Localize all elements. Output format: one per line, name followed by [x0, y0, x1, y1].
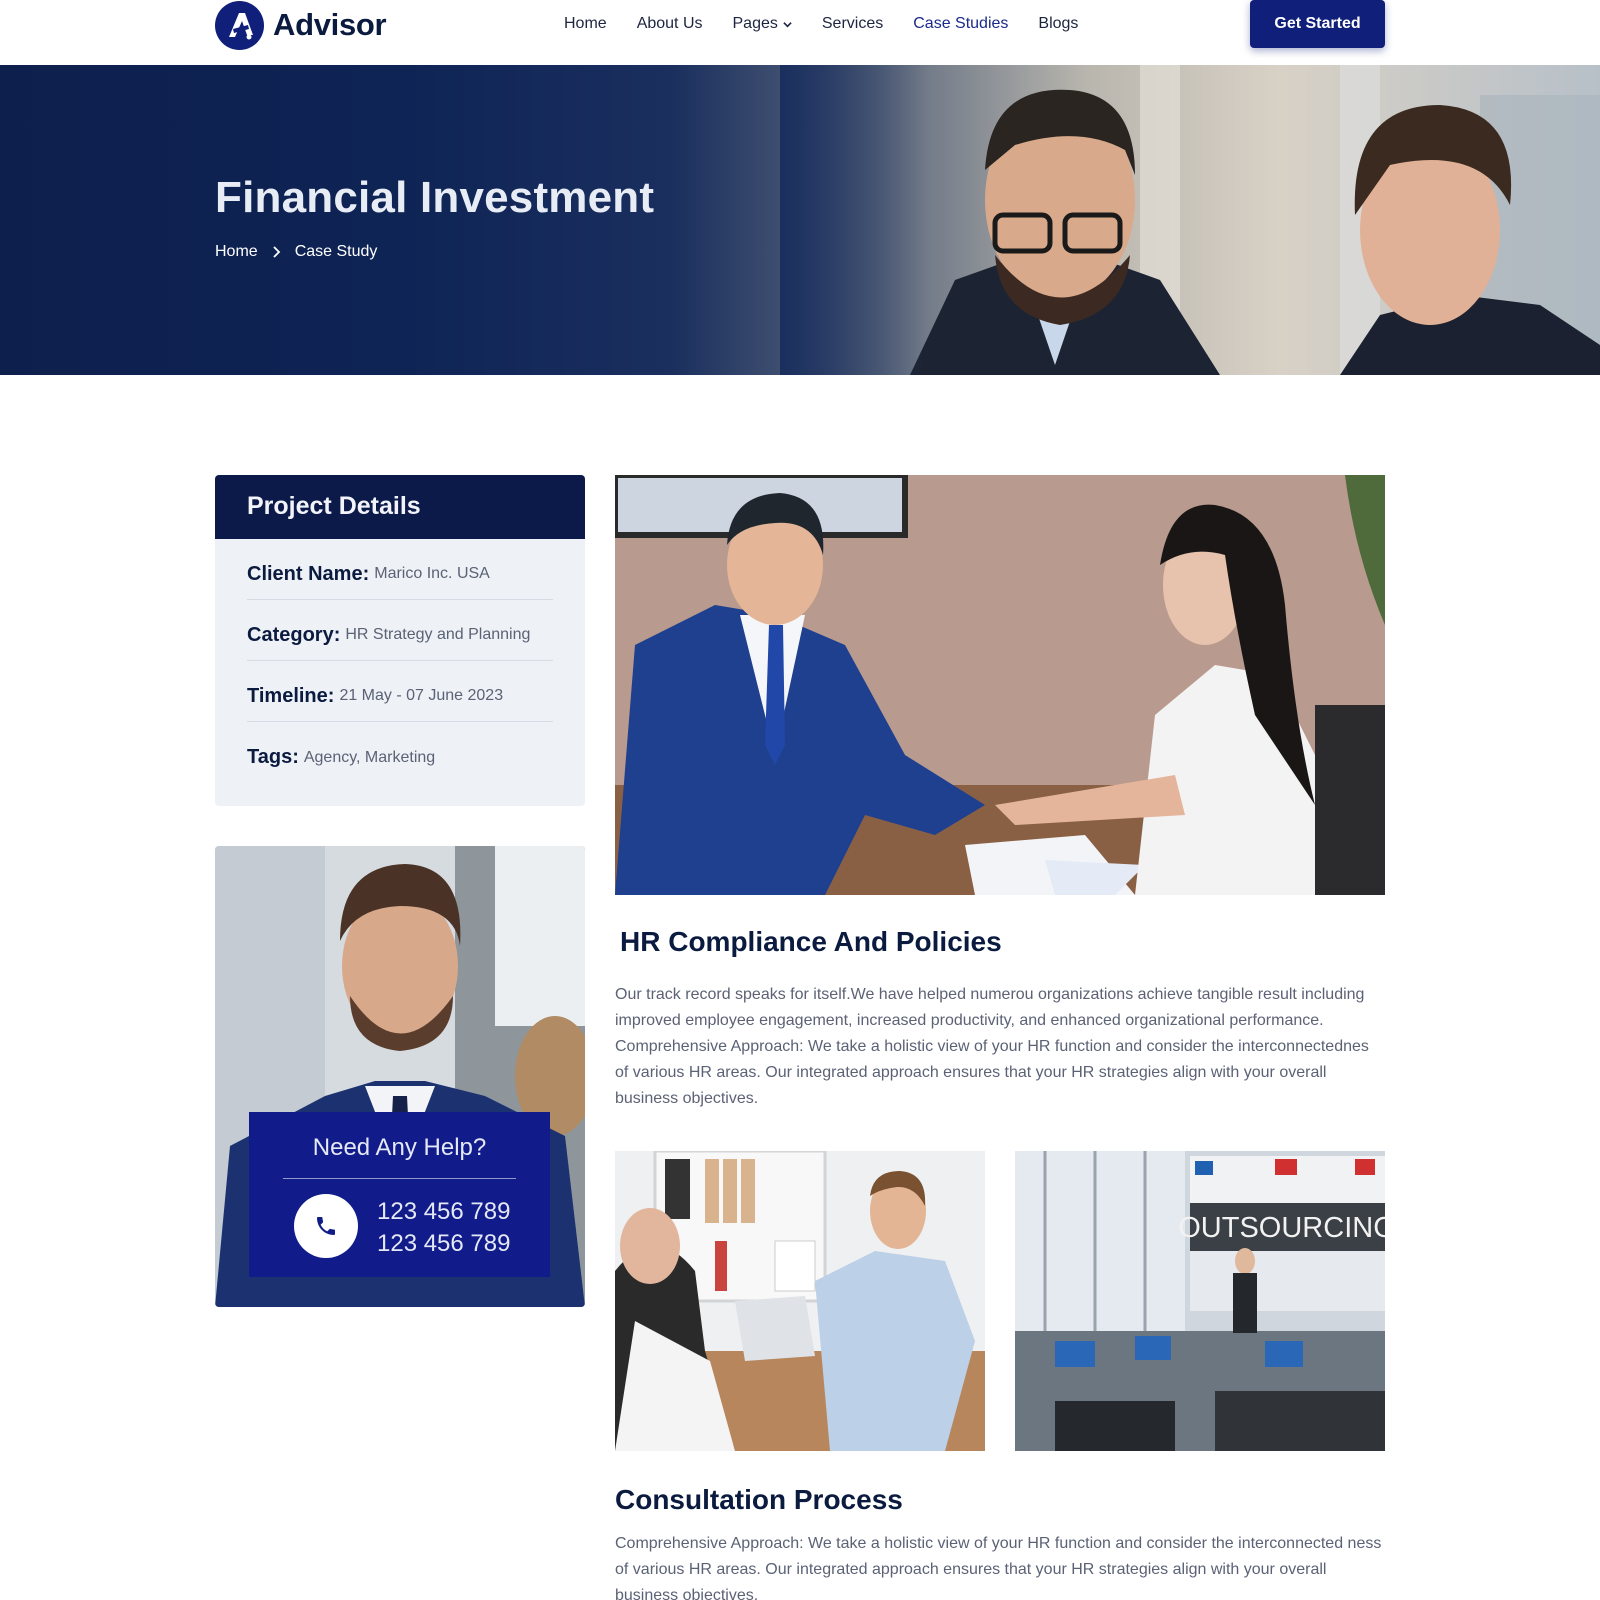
brand-logo[interactable]: Advisor [215, 0, 387, 50]
nav-services[interactable]: Services [822, 15, 883, 33]
detail-value: Marico Inc. USA [374, 565, 490, 582]
phone-icon-circle[interactable] [294, 1194, 358, 1258]
main-nav: Home About Us Pages Services Case Studie… [564, 12, 1108, 36]
detail-label: Category: [247, 623, 341, 646]
help-title: Need Any Help? [312, 1134, 487, 1161]
chevron-right-icon [273, 246, 280, 258]
detail-value: HR Strategy and Planning [345, 626, 531, 643]
hero-banner: Financial Investment Home Case Study [0, 65, 1600, 375]
page-title: Financial Investment [215, 173, 655, 222]
nav-home[interactable]: Home [564, 15, 607, 33]
meeting-photo [615, 475, 1385, 895]
logo-icon [215, 0, 264, 50]
section-text-hr-compliance: Our track record speaks for itself.We ha… [615, 986, 1369, 1107]
breadcrumb: Home Case Study [215, 243, 377, 261]
nav-case-studies[interactable]: Case Studies [913, 15, 1008, 33]
site-header: Advisor Home About Us Pages Services Cas… [0, 0, 1600, 65]
divider [283, 1178, 516, 1179]
brand-name: Advisor [273, 7, 387, 42]
office-photo [615, 1151, 985, 1451]
chevron-down-icon [783, 21, 792, 27]
outsourcing-sign: OUTSOURCING [1178, 1212, 1385, 1244]
detail-row-timeline: Timeline: 21 May - 07 June 2023 [247, 661, 553, 722]
nav-blogs[interactable]: Blogs [1038, 15, 1078, 33]
detail-label: Timeline: [247, 684, 335, 707]
nav-pages-label: Pages [732, 15, 778, 32]
outsourcing-photo: OUTSOURCING [1015, 1151, 1385, 1451]
phone-number-1[interactable]: 123 456 789 [377, 1198, 510, 1226]
help-box: Need Any Help? 123 456 789 123 456 789 [249, 1112, 550, 1277]
project-details-title: Project Details [215, 475, 585, 539]
detail-row-tags: Tags: Agency, Marketing [247, 722, 553, 783]
nav-about-us[interactable]: About Us [637, 15, 703, 33]
section-text-consultation: Comprehensive Approach: We take a holist… [615, 1535, 1382, 1600]
office-meeting-image [615, 1151, 985, 1451]
outsourcing-image: OUTSOURCING [1015, 1151, 1385, 1451]
get-started-button[interactable]: Get Started [1250, 0, 1385, 48]
detail-row-category: Category: HR Strategy and Planning [247, 600, 553, 661]
phone-number-2[interactable]: 123 456 789 [377, 1230, 510, 1258]
detail-value: 21 May - 07 June 2023 [339, 687, 504, 704]
phone-icon [317, 1217, 335, 1235]
detail-label: Client Name: [247, 562, 370, 585]
hero-photo [780, 65, 1600, 375]
detail-value: Agency, Marketing [303, 748, 436, 766]
project-details-card: Project Details Client Name: Marico Inc.… [215, 475, 585, 806]
breadcrumb-current: Case Study [294, 243, 378, 260]
breadcrumb-home[interactable]: Home [215, 243, 258, 261]
help-card: Need Any Help? 123 456 789 123 456 789 [215, 846, 585, 1307]
detail-label: Tags: [247, 746, 299, 768]
nav-pages[interactable]: Pages [733, 15, 792, 33]
section-title-hr-compliance: HR Compliance And Policies [620, 926, 1002, 957]
case-study-main-image [615, 475, 1385, 895]
section-title-consultation: Consultation Process [615, 1484, 903, 1515]
detail-row-client: Client Name: Marico Inc. USA [247, 539, 553, 600]
